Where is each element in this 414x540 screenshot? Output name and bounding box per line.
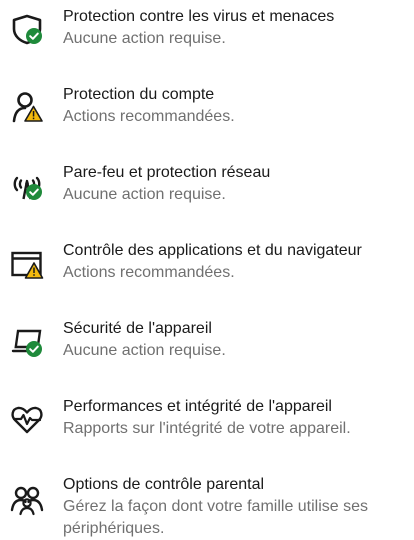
item-status: Aucune action requise. — [63, 30, 226, 47]
app-browser-control-item[interactable]: Contrôle des applications et du navigate… — [0, 240, 414, 304]
account-protection-item[interactable]: Protection du compte Actions recommandée… — [0, 84, 414, 148]
device-performance-health-item[interactable]: Performances et intégrité de l'appareil … — [0, 396, 414, 460]
item-text: Contrôle des applications et du navigate… — [63, 240, 410, 284]
check-badge-icon — [26, 341, 42, 357]
check-badge-icon — [26, 28, 42, 44]
item-title: Protection contre les virus et menaces — [63, 8, 335, 25]
item-text: Options de contrôle parental Gérez la fa… — [63, 474, 410, 540]
family-icon — [10, 482, 44, 516]
account-person-icon — [10, 90, 44, 124]
virus-threat-protection-item[interactable]: Protection contre les virus et menaces A… — [0, 6, 414, 70]
firewall-antenna-icon — [10, 168, 44, 202]
item-title: Performances et intégrité de l'appareil — [63, 398, 332, 415]
item-title: Contrôle des applications et du navigate… — [63, 242, 362, 259]
device-laptop-icon — [10, 324, 44, 358]
item-text: Sécurité de l'appareil Aucune action req… — [63, 318, 410, 362]
item-text: Protection contre les virus et menaces A… — [63, 6, 410, 50]
check-badge-icon — [26, 184, 42, 200]
item-status: Aucune action requise. — [63, 186, 226, 203]
item-status: Gérez la façon dont votre famille utilis… — [63, 498, 369, 537]
family-options-item[interactable]: Options de contrôle parental Gérez la fa… — [0, 474, 414, 540]
warning-badge-icon — [24, 105, 43, 122]
firewall-network-protection-item[interactable]: Pare-feu et protection réseau Aucune act… — [0, 162, 414, 226]
item-status: Actions recommandées. — [63, 264, 235, 281]
item-text: Protection du compte Actions recommandée… — [63, 84, 410, 128]
item-text: Performances et intégrité de l'appareil … — [63, 396, 410, 440]
item-text: Pare-feu et protection réseau Aucune act… — [63, 162, 410, 206]
item-status: Actions recommandées. — [63, 108, 235, 125]
item-title: Sécurité de l'appareil — [63, 320, 212, 337]
item-title: Protection du compte — [63, 86, 215, 103]
heart-pulse-icon — [10, 402, 44, 436]
app-browser-window-icon — [10, 246, 44, 280]
item-title: Options de contrôle parental — [63, 476, 265, 493]
item-status: Rapports sur l'intégrité de votre appare… — [63, 420, 351, 437]
item-status: Aucune action requise. — [63, 342, 226, 359]
shield-icon — [10, 12, 44, 46]
item-title: Pare-feu et protection réseau — [63, 164, 271, 181]
device-security-item[interactable]: Sécurité de l'appareil Aucune action req… — [0, 318, 414, 382]
